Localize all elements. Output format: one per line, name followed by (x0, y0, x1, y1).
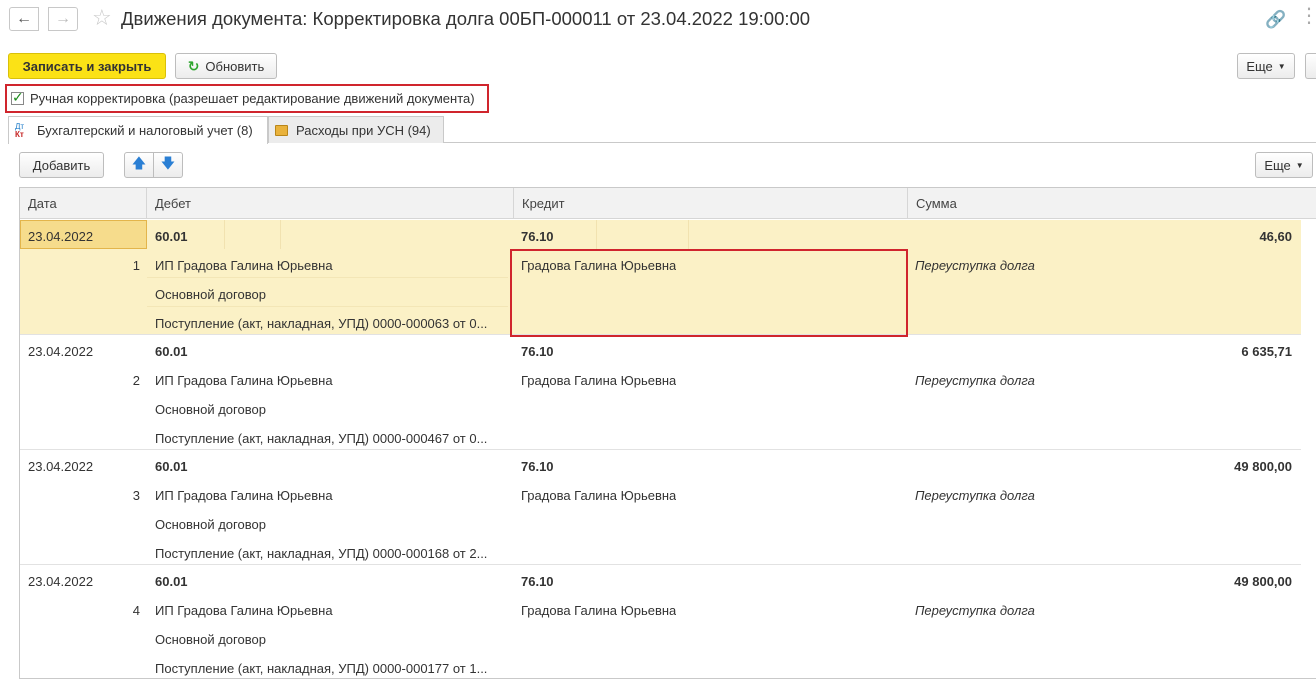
cell-debit-subconto-1[interactable]: ИП Градова Галина Юрьевна (155, 488, 333, 503)
column-header-debit[interactable]: Дебет (147, 188, 514, 219)
cell-debit-account[interactable]: 60.01 (155, 459, 188, 474)
window-title: Движения документа: Корректировка долга … (121, 8, 811, 29)
table-row[interactable]: 23.04.2022 3 60.01 ИП Градова Галина Юрь… (20, 450, 1301, 565)
cell-purpose[interactable]: Переуступка долга (915, 258, 1035, 273)
column-header-date[interactable]: Дата (20, 188, 147, 219)
cell-date[interactable]: 23.04.2022 (28, 344, 93, 359)
cell-debit-account[interactable]: 60.01 (155, 229, 188, 244)
tab-usn-expenses-label: Расходы при УСН (94) (296, 122, 431, 138)
subcell-divider (147, 277, 508, 278)
cell-date[interactable]: 23.04.2022 (28, 229, 93, 244)
favorite-star-icon[interactable]: ☆ (92, 6, 112, 30)
move-up-button[interactable]: 🡅 (124, 152, 154, 178)
subcell-divider (224, 220, 225, 249)
more-vertical-icon[interactable]: ⋮ (1299, 6, 1316, 26)
cell-debit-account[interactable]: 60.01 (155, 344, 188, 359)
more-menu-label: Еще (1246, 58, 1273, 74)
move-down-button[interactable]: 🡇 (154, 152, 183, 178)
cell-debit-subconto-2[interactable]: Основной договор (155, 287, 266, 302)
table-more-button[interactable]: Еще ▼ (1255, 152, 1313, 178)
cell-line-number: 2 (132, 373, 140, 388)
column-header-credit[interactable]: Кредит (514, 188, 908, 219)
cell-debit-subconto-2[interactable]: Основной договор (155, 402, 266, 417)
cell-debit-subconto-3[interactable]: Поступление (акт, накладная, УПД) 0000-0… (155, 431, 500, 446)
arrow-left-icon: ← (16, 10, 32, 27)
cell-credit-subconto-1[interactable]: Градова Галина Юрьевна (521, 373, 676, 388)
cell-line-number: 4 (132, 603, 140, 618)
cell-line-number: 1 (132, 258, 140, 273)
caret-down-icon: ▼ (1277, 61, 1286, 71)
cell-credit-account[interactable]: 76.10 (521, 459, 554, 474)
link-icon[interactable]: 🔗 (1265, 10, 1286, 30)
cell-debit-subconto-2[interactable]: Основной договор (155, 517, 266, 532)
cell-credit-account[interactable]: 76.10 (521, 574, 554, 589)
more-menu-button[interactable]: Еще ▼ (1237, 53, 1295, 79)
manual-adjustment-checkbox[interactable]: Ручная корректировка (разрешает редактир… (5, 84, 489, 113)
cell-credit-account[interactable]: 76.10 (521, 344, 554, 359)
subcell-divider (688, 220, 689, 249)
tab-accounting[interactable]: Дт Кт Бухгалтерский и налоговый учет (8) (8, 116, 268, 144)
credit-subconto-highlight (510, 249, 908, 337)
table-row[interactable]: 23.04.2022 2 60.01 ИП Градова Галина Юрь… (20, 335, 1301, 450)
cell-debit-subconto-3[interactable]: Поступление (акт, накладная, УПД) 0000-0… (155, 316, 500, 331)
subcell-divider (280, 220, 281, 249)
table-row[interactable]: 23.04.2022 4 60.01 ИП Градова Галина Юрь… (20, 565, 1301, 678)
cell-debit-account[interactable]: 60.01 (155, 574, 188, 589)
cell-debit-subconto-2[interactable]: Основной договор (155, 632, 266, 647)
cell-purpose[interactable]: Переуступка долга (915, 603, 1035, 618)
checkbox-checked-icon[interactable] (11, 89, 24, 106)
cell-amount[interactable]: 46,60 (908, 229, 1292, 244)
cell-credit-account[interactable]: 76.10 (521, 229, 554, 244)
refresh-button[interactable]: ↻ Обновить (175, 53, 277, 79)
cell-date[interactable]: 23.04.2022 (28, 574, 93, 589)
cell-purpose[interactable]: Переуступка долга (915, 488, 1035, 503)
cell-purpose[interactable]: Переуступка долга (915, 373, 1035, 388)
cell-line-number: 3 (132, 488, 140, 503)
table-more-label: Еще (1264, 157, 1291, 173)
manual-adjustment-label: Ручная корректировка (разрешает редактир… (30, 91, 475, 106)
side-button[interactable] (1305, 53, 1316, 79)
cell-debit-subconto-3[interactable]: Поступление (акт, накладная, УПД) 0000-0… (155, 546, 500, 561)
cell-credit-subconto-1[interactable]: Градова Галина Юрьевна (521, 488, 676, 503)
add-button[interactable]: Добавить (19, 152, 104, 178)
subcell-divider (147, 306, 508, 307)
title-bar: ← → ☆ Движения документа: Корректировка … (0, 0, 1316, 40)
arrow-right-icon: → (55, 10, 71, 27)
cell-debit-subconto-3[interactable]: Поступление (акт, накладная, УПД) 0000-0… (155, 661, 500, 676)
register-icon (275, 124, 288, 136)
back-button[interactable]: ← (9, 7, 39, 31)
tab-accounting-label: Бухгалтерский и налоговый учет (8) (37, 123, 253, 138)
table-header: Дата Дебет Кредит Сумма (20, 188, 1316, 219)
arrow-up-icon: 🡅 (131, 155, 147, 171)
cell-credit-subconto-1[interactable]: Градова Галина Юрьевна (521, 603, 676, 618)
refresh-button-label: Обновить (205, 58, 265, 74)
cell-amount[interactable]: 49 800,00 (908, 574, 1292, 589)
refresh-icon: ↻ (187, 57, 200, 74)
cell-debit-subconto-1[interactable]: ИП Градова Галина Юрьевна (155, 373, 333, 388)
save-and-close-button[interactable]: Записать и закрыть (8, 53, 166, 79)
arrow-down-icon: 🡇 (160, 155, 176, 171)
movements-table: Дата Дебет Кредит Сумма 23.04.2022 1 60.… (19, 187, 1316, 679)
caret-down-icon: ▼ (1295, 160, 1304, 170)
forward-button[interactable]: → (48, 7, 78, 31)
cell-amount[interactable]: 6 635,71 (908, 344, 1292, 359)
cell-date[interactable]: 23.04.2022 (28, 459, 93, 474)
column-header-amount[interactable]: Сумма (908, 188, 1301, 219)
cell-debit-subconto-1[interactable]: ИП Градова Галина Юрьевна (155, 258, 333, 273)
tab-usn-expenses[interactable]: Расходы при УСН (94) (268, 116, 444, 143)
cell-amount[interactable]: 49 800,00 (908, 459, 1292, 474)
subcell-divider (596, 220, 597, 249)
cell-debit-subconto-1[interactable]: ИП Градова Галина Юрьевна (155, 603, 333, 618)
debit-credit-icon: Дт Кт (15, 121, 25, 139)
